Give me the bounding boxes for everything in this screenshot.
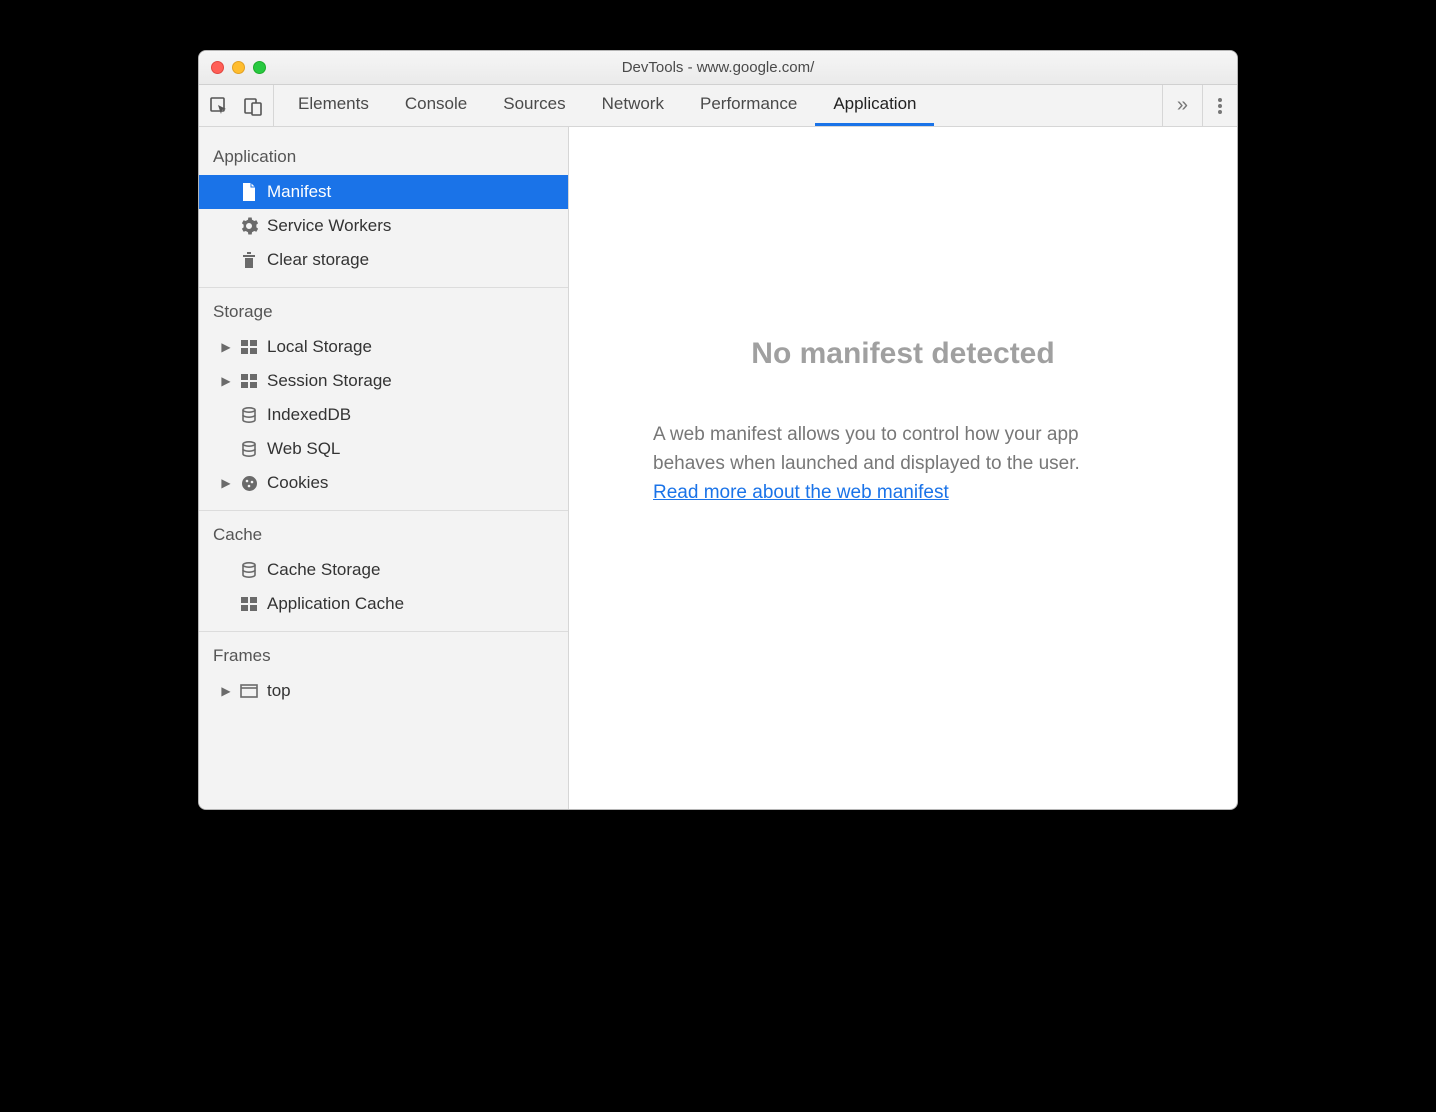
sidebar-item-cache-storage[interactable]: Cache Storage [199, 553, 568, 587]
trash-icon [239, 251, 259, 269]
tab-sources[interactable]: Sources [485, 85, 583, 126]
sidebar-section-cache: Cache [199, 511, 568, 553]
frame-icon [239, 684, 259, 698]
body: Application Manifest Service Workers [199, 127, 1237, 809]
tab-performance[interactable]: Performance [682, 85, 815, 126]
tab-label: Console [405, 94, 467, 114]
database-icon [239, 562, 259, 578]
file-icon [239, 183, 259, 201]
chevron-double-right-icon: » [1177, 94, 1188, 117]
window-title: DevTools - www.google.com/ [199, 59, 1237, 76]
sidebar-item-manifest[interactable]: Manifest [199, 175, 568, 209]
sidebar-item-label: Service Workers [267, 216, 391, 236]
grid-icon [239, 597, 259, 611]
tab-label: Performance [700, 94, 797, 114]
sidebar-item-label: IndexedDB [267, 405, 351, 425]
devtools-window: DevTools - www.google.com/ Elements Cons… [198, 50, 1238, 810]
tab-application[interactable]: Application [815, 85, 934, 126]
sidebar-item-websql[interactable]: Web SQL [199, 432, 568, 466]
sidebar-item-cookies[interactable]: ▶ Cookies [199, 466, 568, 500]
tabs-overflow-button[interactable]: » [1162, 85, 1202, 126]
main-content: No manifest detected A web manifest allo… [569, 127, 1237, 809]
sidebar-item-label: top [267, 681, 291, 701]
sidebar-item-label: Application Cache [267, 594, 404, 614]
tabbar-left-icons [199, 85, 274, 126]
sidebar-item-label: Cookies [267, 473, 328, 493]
inspect-element-icon[interactable] [209, 96, 229, 116]
sidebar-item-label: Manifest [267, 182, 331, 202]
database-icon [239, 407, 259, 423]
main-description: A web manifest allows you to control how… [653, 421, 1153, 478]
tab-label: Elements [298, 94, 369, 114]
maximize-button[interactable] [253, 61, 266, 74]
close-button[interactable] [211, 61, 224, 74]
sidebar: Application Manifest Service Workers [199, 127, 569, 809]
sidebar-item-local-storage[interactable]: ▶ Local Storage [199, 330, 568, 364]
sidebar-item-session-storage[interactable]: ▶ Session Storage [199, 364, 568, 398]
tabs: Elements Console Sources Network Perform… [274, 85, 1162, 126]
tab-console[interactable]: Console [387, 85, 485, 126]
tabbar-menu-button[interactable] [1202, 85, 1237, 126]
sidebar-section-frames: Frames [199, 632, 568, 674]
tab-network[interactable]: Network [584, 85, 682, 126]
sidebar-item-application-cache[interactable]: Application Cache [199, 587, 568, 621]
sidebar-item-service-workers[interactable]: Service Workers [199, 209, 568, 243]
disclosure-triangle-icon[interactable]: ▶ [221, 476, 231, 490]
kebab-menu-icon [1217, 96, 1223, 116]
sidebar-item-indexeddb[interactable]: IndexedDB [199, 398, 568, 432]
main-title: No manifest detected [751, 337, 1054, 371]
traffic-lights [199, 61, 266, 74]
sidebar-section-storage: Storage [199, 288, 568, 330]
sidebar-item-label: Cache Storage [267, 560, 380, 580]
titlebar: DevTools - www.google.com/ [199, 51, 1237, 85]
sidebar-section-application: Application [199, 133, 568, 175]
sidebar-item-label: Local Storage [267, 337, 372, 357]
sidebar-item-label: Session Storage [267, 371, 392, 391]
sidebar-item-top-frame[interactable]: ▶ top [199, 674, 568, 708]
tab-elements[interactable]: Elements [280, 85, 387, 126]
grid-icon [239, 340, 259, 354]
sidebar-item-label: Web SQL [267, 439, 340, 459]
grid-icon [239, 374, 259, 388]
sidebar-item-label: Clear storage [267, 250, 369, 270]
disclosure-triangle-icon[interactable]: ▶ [221, 684, 231, 698]
gear-icon [239, 217, 259, 235]
disclosure-triangle-icon[interactable]: ▶ [221, 340, 231, 354]
database-icon [239, 441, 259, 457]
tab-label: Network [602, 94, 664, 114]
device-toolbar-icon[interactable] [243, 96, 263, 116]
tabbar: Elements Console Sources Network Perform… [199, 85, 1237, 127]
minimize-button[interactable] [232, 61, 245, 74]
manifest-learn-more-link[interactable]: Read more about the web manifest [653, 482, 949, 504]
disclosure-triangle-icon[interactable]: ▶ [221, 374, 231, 388]
tab-label: Sources [503, 94, 565, 114]
sidebar-item-clear-storage[interactable]: Clear storage [199, 243, 568, 277]
cookie-icon [239, 475, 259, 492]
tab-label: Application [833, 94, 916, 114]
